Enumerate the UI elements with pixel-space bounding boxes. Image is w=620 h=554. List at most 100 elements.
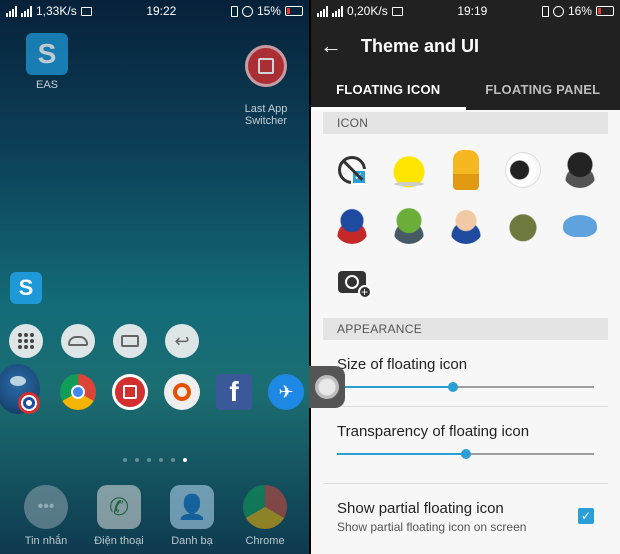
messenger-icon[interactable]: ✈ — [268, 374, 304, 410]
icon-option-custom[interactable]: + — [323, 254, 380, 310]
app-label: Danh bạ — [171, 535, 213, 547]
signal-icon — [6, 5, 17, 17]
image-icon — [80, 6, 92, 16]
contacts-icon: 👤 — [170, 485, 214, 529]
app-label: EAS — [35, 79, 58, 91]
image-icon — [391, 6, 403, 16]
chrome-icon — [243, 485, 287, 529]
whale-icon — [562, 215, 597, 237]
facebook-icon[interactable]: f — [216, 374, 252, 410]
app-label: Last App Switcher — [244, 103, 288, 127]
slider-thumb[interactable] — [447, 382, 458, 392]
dock-chrome[interactable]: Chrome — [234, 485, 296, 547]
section-header-appearance: APPEARANCE — [323, 318, 608, 340]
settings-icon[interactable] — [164, 374, 200, 410]
floating-icon-handle[interactable] — [309, 366, 345, 408]
partial-sublabel: Show partial floating icon on screen — [337, 520, 527, 534]
transparency-slider[interactable] — [337, 446, 594, 462]
camera-icon: + — [337, 271, 372, 299]
section-header-icon: ICON — [323, 112, 608, 134]
alarm-icon — [241, 5, 253, 17]
size-slider[interactable] — [337, 379, 594, 395]
app-label: Chrome — [245, 535, 285, 547]
batman-icon — [561, 152, 598, 188]
slider-fill — [337, 386, 453, 388]
net-speed: 1,33K/s — [36, 4, 77, 18]
settings-screen: 0,20K/s 19:19 16% ← Theme and UI FLOATIN… — [311, 0, 620, 554]
app-last-app-switcher[interactable]: Last App Switcher — [236, 33, 296, 139]
size-label: Size of floating icon — [337, 356, 468, 373]
transparency-setting: Transparency of floating icon — [323, 407, 608, 483]
no-icon-icon: ✓ — [337, 156, 367, 185]
dock-phone[interactable]: ✆ Điện thoại — [88, 485, 150, 547]
clock: 19:22 — [146, 4, 177, 18]
icon-option-giraffe[interactable] — [437, 142, 494, 198]
last-app-switcher-icon — [245, 45, 287, 87]
sheep-icon — [504, 152, 541, 188]
slider-fill — [337, 453, 466, 455]
alarm-icon — [552, 5, 564, 17]
dock-messages[interactable]: ••• Tin nhắn — [15, 485, 77, 547]
icon-option-turtle[interactable] — [494, 198, 551, 254]
app-drawer-button[interactable] — [9, 324, 43, 358]
app-label: Tin nhắn — [24, 535, 68, 547]
page-indicator — [123, 458, 187, 462]
last-app-switcher-icon[interactable] — [112, 374, 148, 410]
back-icon: ↩ — [174, 331, 190, 351]
size-setting: Size of floating icon — [323, 340, 608, 406]
tab-floating-icon[interactable]: FLOATING ICON — [311, 68, 466, 110]
icon-option-none[interactable]: ✓ — [323, 142, 380, 198]
battery-icon — [284, 6, 303, 16]
partial-checkbox[interactable]: ✓ — [578, 508, 594, 524]
captain-america-icon — [333, 208, 370, 244]
giraffe-icon — [452, 150, 479, 190]
battery-percent: 15% — [256, 4, 281, 18]
battery-icon — [595, 6, 614, 16]
recents-button[interactable] — [113, 324, 147, 358]
icon-option-sheep[interactable] — [494, 142, 551, 198]
app-bar: 0,20K/s 19:19 16% ← Theme and UI FLOATIN… — [311, 0, 620, 110]
chick-icon — [390, 152, 427, 188]
chat-icon: ••• — [24, 485, 68, 529]
superman-icon — [447, 208, 484, 244]
clock: 19:19 — [457, 4, 488, 18]
icon-option-batman[interactable] — [551, 142, 608, 198]
slider-thumb[interactable] — [460, 449, 471, 459]
hulk-icon — [390, 208, 427, 244]
battery-percent: 16% — [567, 4, 592, 18]
net-speed: 0,20K/s — [347, 4, 388, 18]
back-arrow-icon[interactable]: ← — [311, 35, 351, 57]
icon-option-captain-america[interactable] — [323, 198, 380, 254]
title-row: ← Theme and UI — [311, 30, 620, 62]
icon-option-whale[interactable] — [551, 198, 608, 254]
dock-contacts[interactable]: 👤 Danh bạ — [161, 485, 223, 547]
skype-icon: S — [26, 33, 68, 75]
partial-icon-setting[interactable]: Show partial floating icon Show partial … — [323, 484, 608, 534]
back-button[interactable]: ↩ — [165, 324, 199, 358]
transparency-label: Transparency of floating icon — [337, 423, 530, 440]
page-title: Theme and UI — [361, 35, 480, 56]
vibrate-icon — [541, 5, 549, 17]
shield-icon — [18, 392, 40, 414]
status-bar-right: 0,20K/s 19:19 16% — [311, 0, 620, 22]
icon-option-superman[interactable] — [437, 198, 494, 254]
home-button[interactable] — [61, 324, 95, 358]
recents-icon — [121, 335, 139, 347]
signal-icon — [317, 5, 328, 17]
tab-floating-panel[interactable]: FLOATING PANEL — [466, 68, 620, 110]
vibrate-icon — [230, 5, 238, 17]
home-icon — [68, 336, 88, 346]
skype-icon[interactable]: S — [10, 272, 42, 304]
chrome-icon[interactable] — [60, 374, 96, 410]
add-icon: + — [357, 285, 372, 299]
phone-icon: ✆ — [97, 485, 141, 529]
home-screen: 1,33K/s 19:22 15% S EAS Last App Switche… — [0, 0, 309, 554]
icon-option-chick[interactable] — [380, 142, 437, 198]
app-label: Điện thoại — [94, 535, 144, 547]
icon-option-hulk[interactable] — [380, 198, 437, 254]
signal-icon-2 — [332, 5, 343, 17]
screenshot-root: 1,33K/s 19:22 15% S EAS Last App Switche… — [0, 0, 620, 554]
partial-label: Show partial floating icon — [337, 500, 504, 517]
app-eas[interactable]: S EAS — [22, 33, 72, 91]
turtle-icon — [504, 208, 541, 244]
